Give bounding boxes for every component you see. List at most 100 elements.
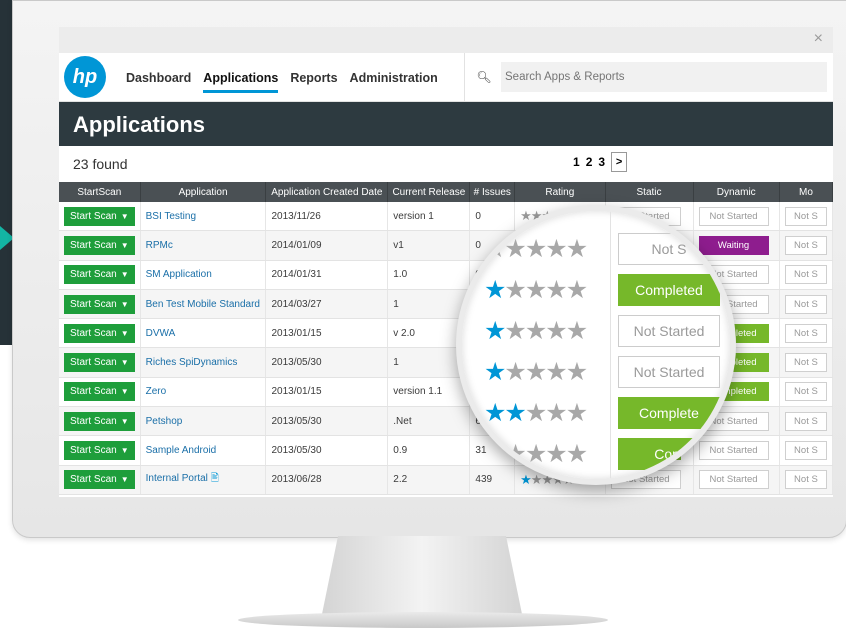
start-scan-button[interactable]: Start Scan ▼ [64, 294, 135, 314]
current-release-cell: version 1 [387, 202, 471, 232]
application-cell: RPMc [140, 230, 267, 261]
column-header[interactable]: Current Release [387, 182, 471, 202]
document-icon[interactable]: 🖹︎ [211, 473, 219, 484]
start-scan-button[interactable]: Start Scan ▼ [64, 235, 135, 255]
application-link[interactable]: Petshop [146, 416, 183, 427]
application-link[interactable]: DVWA [146, 328, 176, 339]
column-header[interactable]: Mo [779, 182, 833, 202]
nav-dashboard-link[interactable]: Dashboard [126, 61, 191, 93]
column-header[interactable]: Dynamic [693, 182, 780, 202]
mobile-status-badge[interactable]: Not S [784, 470, 827, 490]
table-header-row: StartScan Application Application Created … [59, 182, 833, 202]
start-scan-cell: Start Scan ▼ [59, 435, 141, 466]
mobile-status-badge[interactable]: Not S [784, 235, 827, 255]
created-date-cell: 2013/01/15 [265, 318, 389, 349]
chevron-down-icon[interactable]: ▼ [121, 475, 129, 484]
chevron-down-icon[interactable]: ▼ [121, 329, 129, 338]
nav-reports-link[interactable]: Reports [290, 61, 337, 93]
start-scan-label: Start Scan [70, 327, 117, 339]
star-icon: ★ [565, 440, 588, 468]
start-scan-label: Start Scan [70, 474, 117, 486]
application-cell: BSI Testing [140, 202, 267, 232]
table-row[interactable]: Start Scan ▼ BSI Testing 2013/11/26 version … [59, 202, 833, 232]
chevron-down-icon[interactable]: ▼ [121, 300, 129, 309]
mobile-status-badge[interactable]: Not S [784, 353, 827, 373]
column-header[interactable]: # Issues [469, 182, 516, 202]
created-date-cell: 2014/01/09 [265, 230, 389, 261]
start-scan-cell: Start Scan ▼ [59, 318, 141, 349]
start-scan-button[interactable]: Start Scan ▼ [64, 323, 135, 343]
lens-status-badge: Completed [618, 274, 720, 306]
application-link[interactable]: Zero [146, 386, 167, 397]
search-icon[interactable]: 🔍︎ [473, 70, 495, 84]
chevron-down-icon[interactable]: ▼ [121, 212, 129, 221]
mobile-status-badge[interactable]: Not S [784, 323, 827, 343]
mobile-status-badge[interactable]: Not S [784, 265, 827, 285]
mobile-status-badge[interactable]: Not S [784, 411, 827, 431]
start-scan-button[interactable]: Start Scan ▼ [64, 353, 135, 373]
application-link[interactable]: Ben Test Mobile Standard [146, 299, 260, 310]
created-date-cell: 2013/01/15 [265, 377, 389, 408]
results-count: 23 found [73, 156, 128, 172]
mobile-status-badge[interactable]: Not S [784, 382, 827, 402]
chevron-down-icon[interactable]: ▼ [121, 446, 129, 455]
application-cell: SM Application [140, 260, 267, 290]
mobile-status-badge[interactable]: Not S [784, 206, 827, 226]
star-rating: ★★★★★ [484, 439, 614, 469]
dynamic-status-badge[interactable]: Not Started [698, 470, 769, 490]
application-link[interactable]: Internal Portal [146, 473, 208, 484]
column-header[interactable]: Application Created Date [265, 182, 389, 202]
application-link[interactable]: Sample Android [146, 445, 217, 456]
lens-row: ★★★★★ Com [484, 438, 720, 470]
chevron-down-icon[interactable]: ▼ [121, 387, 129, 396]
start-scan-button[interactable]: Start Scan ▼ [64, 206, 135, 226]
nav-applications-link[interactable]: Applications [203, 61, 279, 93]
mobile-cell: Not S [779, 230, 833, 261]
dynamic-status-badge[interactable]: Not Started [698, 206, 769, 226]
start-scan-button[interactable]: Start Scan ▼ [64, 411, 135, 431]
page-2-link[interactable]: 2 [586, 155, 593, 169]
column-header[interactable]: Static [605, 182, 694, 202]
column-header[interactable]: StartScan [59, 182, 141, 202]
star-icon: ★ [545, 317, 567, 345]
next-page-button[interactable]: > [611, 152, 628, 172]
current-release-cell: 0.9 [387, 435, 471, 466]
chevron-down-icon[interactable]: ▼ [121, 358, 129, 367]
star-icon: ★ [484, 317, 506, 345]
start-scan-cell: Start Scan ▼ [59, 230, 141, 261]
star-icon: ★ [565, 317, 588, 345]
star-icon: ★ [524, 276, 547, 304]
search-input[interactable] [501, 62, 827, 92]
star-rating: ★★★★★ [484, 398, 614, 428]
column-header[interactable]: Rating [514, 182, 606, 202]
chevron-down-icon[interactable]: ▼ [121, 241, 129, 250]
lens-row: ★★★★★ Not Started [484, 315, 720, 347]
column-header[interactable]: Application [140, 182, 267, 202]
created-date-cell: 2013/11/26 [265, 202, 389, 232]
nav-administration-link[interactable]: Administration [350, 61, 438, 93]
star-icon: ★ [565, 358, 588, 386]
start-scan-button[interactable]: Start Scan ▼ [64, 382, 135, 402]
window-titlebar: × [59, 27, 833, 53]
application-link[interactable]: RPMc [146, 240, 173, 251]
page-3-link[interactable]: 3 [598, 155, 605, 169]
close-icon[interactable]: × [814, 30, 823, 48]
hp-logo[interactable]: hp [64, 56, 106, 98]
mobile-status-badge[interactable]: Not S [784, 441, 827, 461]
page-1-link[interactable]: 1 [573, 155, 580, 169]
chevron-down-icon[interactable]: ▼ [121, 270, 129, 279]
start-scan-button[interactable]: Start Scan ▼ [64, 441, 135, 461]
start-scan-button[interactable]: Start Scan ▼ [64, 470, 135, 490]
mobile-status-badge[interactable]: Not S [784, 294, 827, 314]
star-rating: ★★★★★ [484, 357, 614, 387]
application-cell: Ben Test Mobile Standard [140, 289, 267, 320]
application-link[interactable]: Riches SpiDynamics [146, 357, 238, 368]
start-scan-cell: Start Scan ▼ [59, 202, 141, 232]
star-rating: ★★★★★ [484, 316, 614, 346]
application-link[interactable]: SM Application [146, 269, 212, 280]
application-link[interactable]: BSI Testing [146, 211, 196, 222]
chevron-down-icon[interactable]: ▼ [121, 417, 129, 426]
lens-status-badge: Complete [618, 397, 720, 429]
start-scan-button[interactable]: Start Scan ▼ [64, 265, 135, 285]
star-icon: ★ [524, 358, 547, 386]
